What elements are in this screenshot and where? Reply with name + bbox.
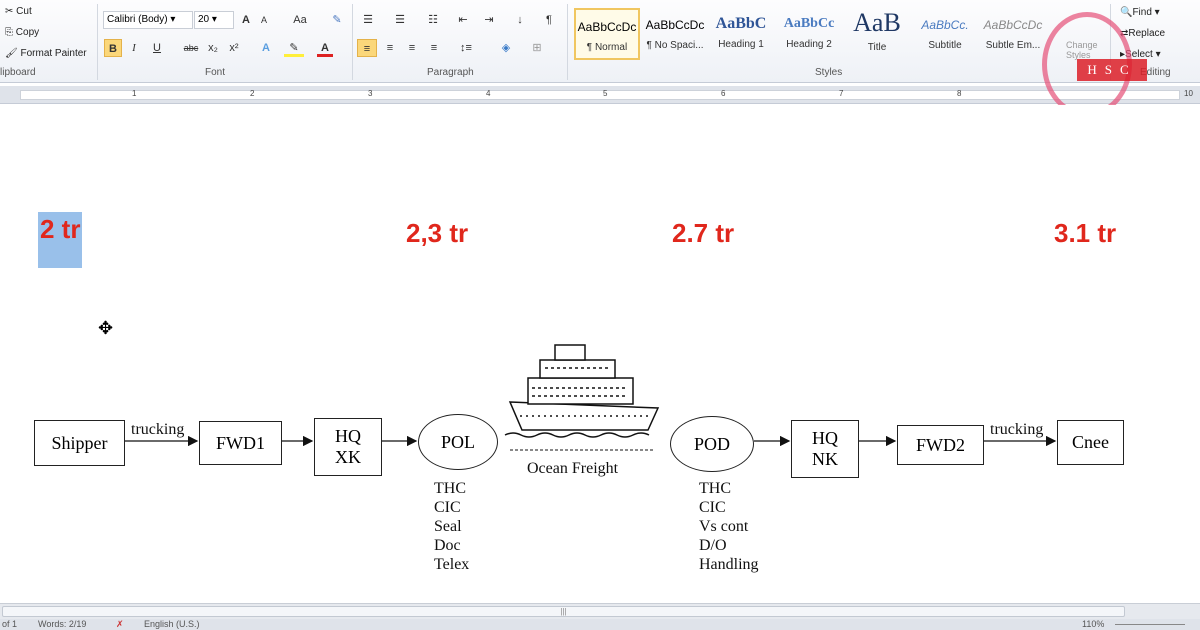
scrollbar-thumb[interactable]: ||| bbox=[2, 606, 1125, 617]
trucking-label: trucking bbox=[990, 421, 1044, 438]
horizontal-scrollbar[interactable]: ||| bbox=[0, 603, 1200, 619]
fee-item: Vs cont bbox=[699, 518, 749, 535]
flow-arrows bbox=[125, 344, 1057, 451]
fee-item: D/O bbox=[699, 537, 727, 554]
node-pol: POL bbox=[418, 414, 498, 470]
page-count[interactable]: of 1 bbox=[2, 619, 17, 629]
node-fwd2: FWD2 bbox=[897, 425, 984, 465]
zoom-level[interactable]: 110% bbox=[1082, 619, 1104, 629]
pol-fee-list: THC CIC Seal Doc Telex bbox=[434, 479, 469, 574]
node-fwd1: FWD1 bbox=[199, 421, 282, 465]
fee-item: THC bbox=[699, 480, 731, 497]
ship-icon bbox=[504, 344, 660, 438]
fee-item: Seal bbox=[434, 518, 462, 535]
fee-item: Handling bbox=[699, 556, 759, 573]
fee-item: THC bbox=[434, 480, 466, 497]
language-indicator[interactable]: English (U.S.) bbox=[144, 619, 200, 629]
proofing-icon[interactable]: ✗ bbox=[116, 619, 124, 630]
zoom-slider[interactable] bbox=[1115, 624, 1185, 625]
pod-fee-list: THC CIC Vs cont D/O Handling bbox=[699, 479, 759, 574]
node-hq-nk: HQ NK bbox=[791, 420, 859, 478]
fee-item: Doc bbox=[434, 537, 461, 554]
trucking-label: trucking bbox=[131, 421, 185, 438]
ocean-freight-label: Ocean Freight bbox=[527, 460, 619, 477]
fee-item: CIC bbox=[699, 499, 726, 516]
word-count[interactable]: Words: 2/19 bbox=[38, 619, 86, 629]
fee-item: Telex bbox=[434, 556, 470, 573]
node-shipper: Shipper bbox=[34, 420, 125, 466]
fee-item: CIC bbox=[434, 499, 461, 516]
node-pod: POD bbox=[670, 416, 754, 472]
node-cnee: Cnee bbox=[1057, 420, 1124, 465]
status-bar: of 1 Words: 2/19 ✗ English (U.S.) 110% bbox=[0, 619, 1200, 630]
node-hq-xk: HQ XK bbox=[314, 418, 382, 476]
